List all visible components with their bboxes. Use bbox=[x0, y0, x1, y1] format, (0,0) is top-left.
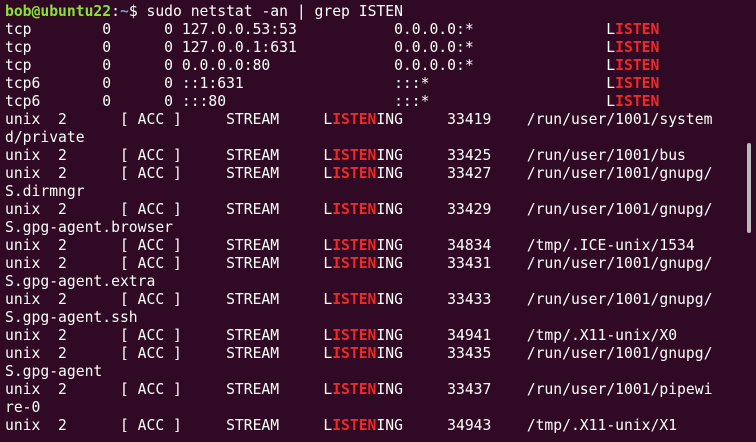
output-line: S.gpg-agent.browser bbox=[5, 219, 742, 237]
line-text: tcp 0 0 0.0.0.0:80 0.0.0.0:* L bbox=[5, 57, 616, 74]
prompt-separator: : bbox=[111, 3, 120, 20]
output-line: unix 2 [ ACC ] STREAM LISTENING 33419 /r… bbox=[5, 111, 742, 129]
grep-match: ISTEN bbox=[332, 165, 377, 182]
output-line: unix 2 [ ACC ] STREAM LISTENING 34941 /t… bbox=[5, 327, 742, 345]
prompt-user-host: bob@ubuntu22 bbox=[5, 3, 112, 20]
line-text-rest: ING 33431 /run/user/1001/gnupg/ bbox=[376, 255, 713, 272]
output-line: S.gpg-agent.ssh bbox=[5, 309, 742, 327]
scrollbar[interactable] bbox=[745, 0, 753, 442]
grep-match: ISTEN bbox=[615, 93, 660, 110]
line-text: unix 2 [ ACC ] STREAM L bbox=[5, 201, 333, 218]
line-text: d/private bbox=[5, 129, 85, 146]
line-text: unix 2 [ ACC ] STREAM L bbox=[5, 111, 333, 128]
grep-match: ISTEN bbox=[332, 237, 377, 254]
line-text: tcp6 0 0 ::1:631 :::* L bbox=[5, 75, 616, 92]
grep-match: ISTEN bbox=[615, 57, 660, 74]
grep-match: ISTEN bbox=[332, 417, 377, 434]
command-output: tcp 0 0 127.0.0.53:53 0.0.0.0:* LISTEN tc… bbox=[5, 21, 742, 435]
line-text: unix 2 [ ACC ] STREAM L bbox=[5, 345, 333, 362]
terminal-output[interactable]: bob@ubuntu22:~$ sudo netstat -an | grep … bbox=[5, 3, 742, 435]
line-text-rest: ING 33429 /run/user/1001/gnupg/ bbox=[376, 201, 713, 218]
output-line: unix 2 [ ACC ] STREAM LISTENING 33437 /r… bbox=[5, 381, 742, 399]
grep-match: ISTEN bbox=[332, 381, 377, 398]
line-text: unix 2 [ ACC ] STREAM L bbox=[5, 327, 333, 344]
output-line: unix 2 [ ACC ] STREAM LISTENING 33433 /r… bbox=[5, 291, 742, 309]
grep-match: ISTEN bbox=[332, 255, 377, 272]
output-line: d/private bbox=[5, 129, 742, 147]
line-text-rest: ING 33419 /run/user/1001/system bbox=[376, 111, 713, 128]
output-line: unix 2 [ ACC ] STREAM LISTENING 33427 /r… bbox=[5, 165, 742, 183]
output-line: tcp 0 0 127.0.0.1:631 0.0.0.0:* LISTEN bbox=[5, 39, 742, 57]
line-text: unix 2 [ ACC ] STREAM L bbox=[5, 147, 333, 164]
grep-match: ISTEN bbox=[332, 111, 377, 128]
line-text-rest: ING 33433 /run/user/1001/gnupg/ bbox=[376, 291, 713, 308]
prompt-path: ~ bbox=[119, 3, 129, 20]
line-text-rest: ING 34943 /tmp/.X11-unix/X1 bbox=[376, 417, 678, 434]
output-line: unix 2 [ ACC ] STREAM LISTENING 33431 /r… bbox=[5, 255, 742, 273]
line-text: tcp 0 0 127.0.0.1:631 0.0.0.0:* L bbox=[5, 39, 616, 56]
output-line: unix 2 [ ACC ] STREAM LISTENING 34834 /t… bbox=[5, 237, 742, 255]
line-text-rest: ING 34941 /tmp/.X11-unix/X0 bbox=[376, 327, 678, 344]
line-text: unix 2 [ ACC ] STREAM L bbox=[5, 237, 333, 254]
output-line: S.gpg-agent bbox=[5, 363, 742, 381]
output-line: re-0 bbox=[5, 399, 742, 417]
output-line: tcp6 0 0 :::80 :::* LISTEN bbox=[5, 93, 742, 111]
grep-match: ISTEN bbox=[332, 147, 377, 164]
line-text: unix 2 [ ACC ] STREAM L bbox=[5, 381, 333, 398]
line-text: S.gpg-agent.ssh bbox=[5, 309, 138, 326]
output-line: tcp 0 0 0.0.0.0:80 0.0.0.0:* LISTEN bbox=[5, 57, 742, 75]
output-line: S.gpg-agent.extra bbox=[5, 273, 742, 291]
line-text: re-0 bbox=[5, 399, 41, 416]
output-line: unix 2 [ ACC ] STREAM LISTENING 33435 /r… bbox=[5, 345, 742, 363]
terminal-window[interactable]: bob@ubuntu22:~$ sudo netstat -an | grep … bbox=[0, 0, 756, 442]
line-text: unix 2 [ ACC ] STREAM L bbox=[5, 165, 333, 182]
grep-match: ISTEN bbox=[332, 327, 377, 344]
grep-match: ISTEN bbox=[615, 39, 660, 56]
output-line: unix 2 [ ACC ] STREAM LISTENING 33425 /r… bbox=[5, 147, 742, 165]
line-text-rest: ING 33435 /run/user/1001/gnupg/ bbox=[376, 345, 713, 362]
line-text: tcp 0 0 127.0.0.53:53 0.0.0.0:* L bbox=[5, 21, 616, 38]
output-line: unix 2 [ ACC ] STREAM LISTENING 33429 /r… bbox=[5, 201, 742, 219]
line-text: unix 2 [ ACC ] STREAM L bbox=[5, 255, 333, 272]
line-text-rest: ING 33427 /run/user/1001/gnupg/ bbox=[376, 165, 713, 182]
line-text: unix 2 [ ACC ] STREAM L bbox=[5, 291, 333, 308]
output-line: unix 2 [ ACC ] STREAM LISTENING 34943 /t… bbox=[5, 417, 742, 435]
grep-match: ISTEN bbox=[332, 345, 377, 362]
output-line: tcp6 0 0 ::1:631 :::* LISTEN bbox=[5, 75, 742, 93]
line-text-rest: ING 33437 /run/user/1001/pipewi bbox=[376, 381, 713, 398]
output-line: tcp 0 0 127.0.0.53:53 0.0.0.0:* LISTEN bbox=[5, 21, 742, 39]
prompt-command: sudo netstat -an | grep ISTEN bbox=[146, 3, 403, 20]
line-text: S.gpg-agent.browser bbox=[5, 219, 174, 236]
grep-match: ISTEN bbox=[332, 291, 377, 308]
line-text: S.gpg-agent bbox=[5, 363, 103, 380]
line-text: tcp6 0 0 :::80 :::* L bbox=[5, 93, 616, 110]
grep-match: ISTEN bbox=[615, 75, 660, 92]
scrollbar-thumb[interactable] bbox=[747, 143, 751, 233]
line-text: S.dirmngr bbox=[5, 183, 85, 200]
prompt-symbol: $ bbox=[128, 3, 138, 20]
line-text-rest: ING 33425 /run/user/1001/bus bbox=[376, 147, 686, 164]
line-text: S.gpg-agent.extra bbox=[5, 273, 156, 290]
grep-match: ISTEN bbox=[332, 201, 377, 218]
grep-match: ISTEN bbox=[615, 21, 660, 38]
line-text: unix 2 [ ACC ] STREAM L bbox=[5, 417, 333, 434]
line-text-rest: ING 34834 /tmp/.ICE-unix/1534 bbox=[376, 237, 695, 254]
prompt-line: bob@ubuntu22:~$ sudo netstat -an | grep … bbox=[5, 3, 742, 21]
output-line: S.dirmngr bbox=[5, 183, 742, 201]
